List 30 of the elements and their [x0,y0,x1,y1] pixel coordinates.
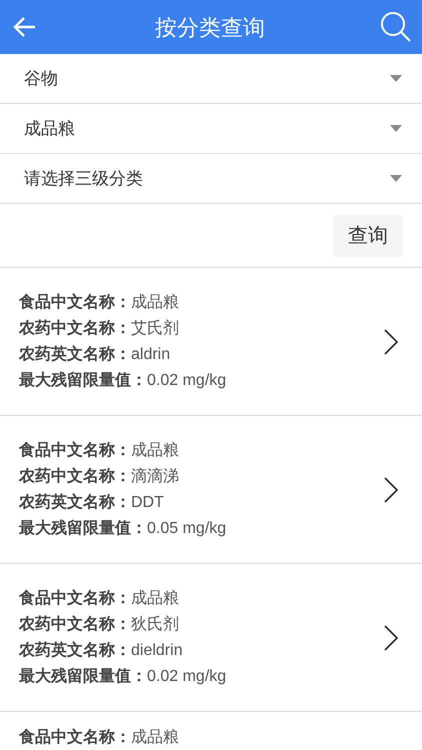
result-field: 食品中文名称：成品粮 [19,725,402,750]
result-field: 农药中文名称：艾氏剂 [19,316,226,342]
result-item[interactable]: 食品中文名称：成品粮 [0,712,422,750]
dropdown-caret-icon [390,125,402,132]
page-title: 按分类查询 [155,14,265,42]
chevron-right-icon [384,476,398,502]
search-icon [380,11,412,43]
chevron-right-icon [384,624,398,650]
result-field: 最大残留限量值：0.02 mg/kg [19,664,226,690]
result-field: 农药中文名称：狄氏剂 [19,612,226,638]
result-field: 农药英文名称：DDT [19,490,226,516]
result-field: 食品中文名称：成品粮 [19,290,226,316]
category-dropdown[interactable]: 谷物 [0,54,422,104]
category-dropdown[interactable]: 请选择三级分类 [0,154,422,204]
result-field: 农药中文名称：滴滴涕 [19,464,226,490]
result-field: 食品中文名称：成品粮 [19,586,226,612]
category-dropdown[interactable]: 成品粮 [0,104,422,154]
result-item[interactable]: 食品中文名称：成品粮 农药中文名称：滴滴涕 农药英文名称：DDT 最大残留限量值：0.05 mg/kg [0,416,422,564]
chevron-right-icon [384,328,398,354]
back-arrow-icon [13,16,37,38]
dropdown-caret-icon [390,75,402,82]
result-item[interactable]: 食品中文名称：成品粮 农药中文名称：狄氏剂 农药英文名称：dieldrin 最大残留限量值：0.02 mg/kg [0,564,422,712]
result-field: 农药英文名称：dieldrin [19,638,226,664]
query-button[interactable]: 查询 [333,214,403,256]
dropdown-caret-icon [390,175,402,182]
result-field: 最大残留限量值：0.05 mg/kg [19,516,226,542]
result-field: 食品中文名称：成品粮 [19,438,226,464]
result-field: 最大残留限量值：0.02 mg/kg [19,368,226,394]
result-field: 农药英文名称：aldrin [19,342,226,368]
result-item[interactable]: 食品中文名称：成品粮 农药中文名称：艾氏剂 农药英文名称：aldrin 最大残留限量值：0.02 mg/kg [0,268,422,416]
